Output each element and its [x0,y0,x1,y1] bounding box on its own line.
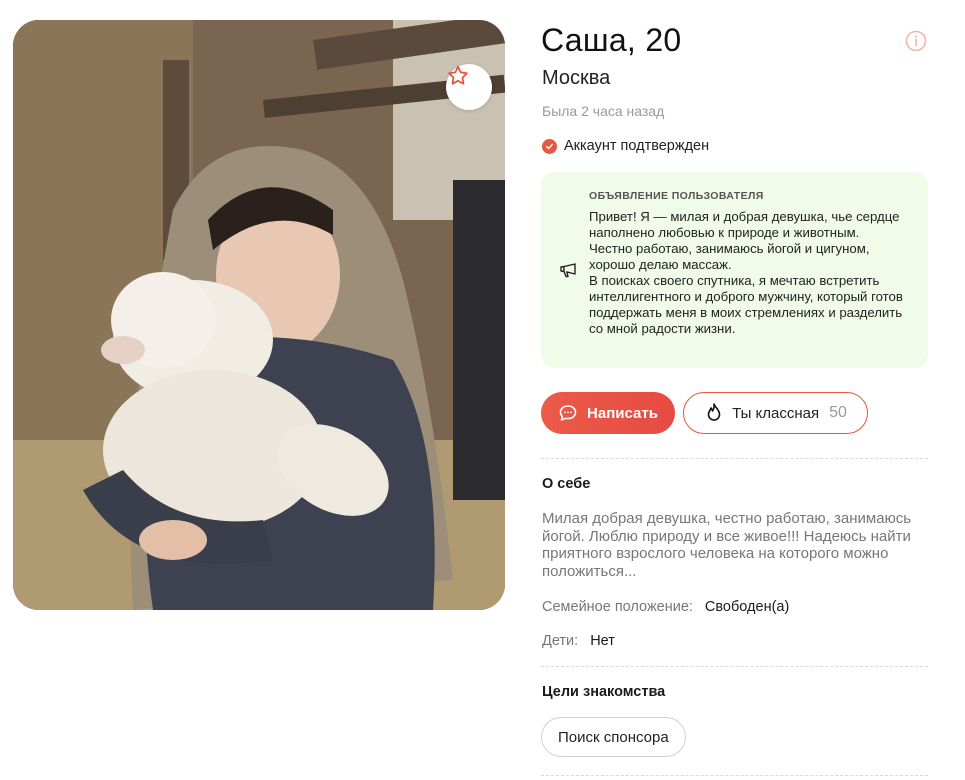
write-message-button[interactable]: Написать [541,392,675,434]
chat-bubble-icon [559,405,577,421]
profile-city: Москва [542,67,611,89]
kids-row: Дети: Нет [542,633,615,649]
marital-status-row: Семейное положение: Свободен(а) [542,599,789,615]
flame-icon [707,403,721,421]
profile-name-age: Саша, 20 [541,22,682,58]
divider [541,775,928,776]
ad-text: Привет! Я — милая и добрая девушка, чье … [589,209,903,336]
profile-photo[interactable] [13,20,505,610]
megaphone-icon [560,263,576,278]
verified-badge: Аккаунт подтвержден [542,138,709,154]
goal-chip[interactable]: Поиск спонсора [541,717,686,757]
user-ad-box: Объявление пользователя Привет! Я — мила… [541,172,928,368]
verified-label: Аккаунт подтвержден [564,138,710,154]
like-count: 50 [829,404,847,421]
about-title: О себе [542,476,591,492]
photo-illustration [13,20,505,610]
check-circle-icon [542,138,557,154]
divider [541,458,928,459]
favorite-button[interactable] [446,64,492,110]
info-icon[interactable] [905,30,927,52]
kids-label: Дети: [542,633,579,649]
about-text: Милая добрая девушка, честно работаю, за… [542,510,912,580]
write-message-label: Написать [587,404,658,422]
ad-title: Объявление пользователя [589,190,764,202]
goals-title: Цели знакомства [542,684,666,700]
marital-status-value: Свободен(а) [704,599,790,615]
like-button[interactable]: Ты классная 50 [683,392,868,434]
star-outline-icon [448,65,468,85]
kids-value: Нет [590,633,615,649]
last-seen-status: Была 2 часа назад [542,103,665,119]
divider [541,666,928,667]
like-label: Ты классная [732,404,820,422]
marital-status-label: Семейное положение: [542,599,693,615]
